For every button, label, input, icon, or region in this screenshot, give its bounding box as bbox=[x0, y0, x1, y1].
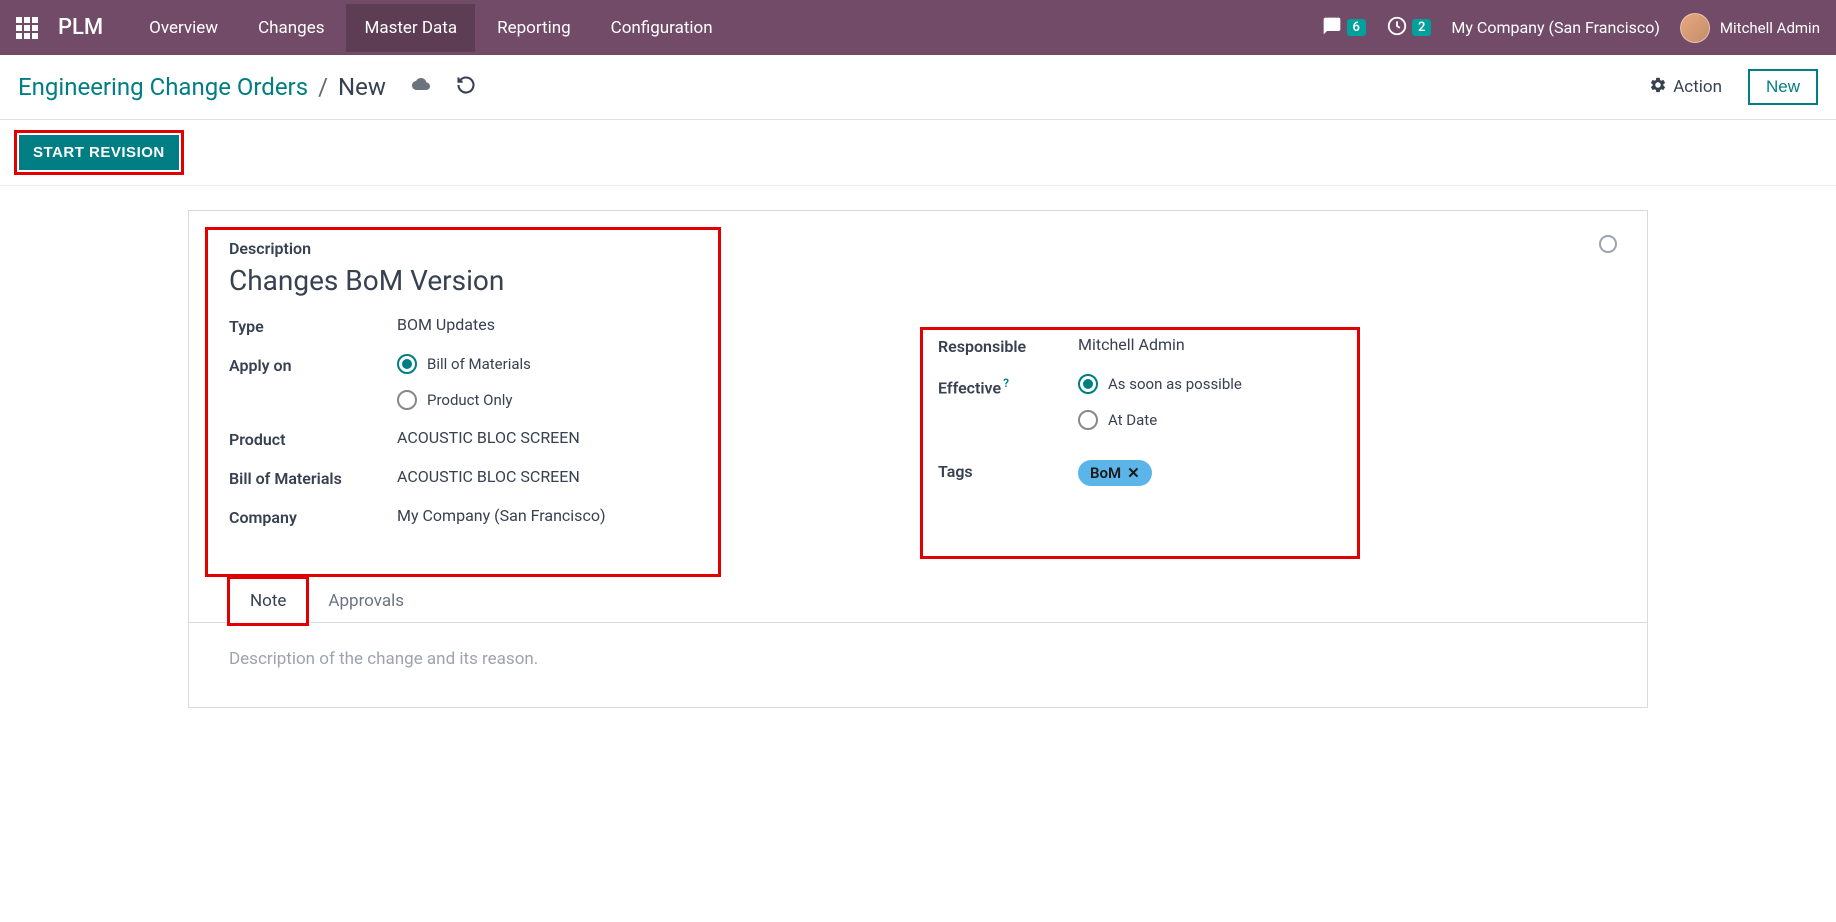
radio-circle-icon bbox=[397, 354, 417, 374]
action-menu[interactable]: Action bbox=[1649, 76, 1722, 99]
note-placeholder: Description of the change and its reason… bbox=[229, 649, 1607, 669]
action-label: Action bbox=[1673, 77, 1722, 97]
sheet-area: Description Changes BoM Version Type BOM… bbox=[0, 186, 1836, 708]
radio-label: Bill of Materials bbox=[427, 355, 531, 373]
label-company: Company bbox=[229, 506, 397, 527]
radio-effective-atdate[interactable]: At Date bbox=[1078, 410, 1242, 430]
user-name: Mitchell Admin bbox=[1720, 19, 1820, 37]
tag-remove-icon[interactable]: ✕ bbox=[1127, 464, 1140, 482]
tag-text: BoM bbox=[1090, 464, 1121, 482]
field-apply-on: Bill of Materials Product Only bbox=[397, 354, 531, 410]
label-description: Description bbox=[229, 239, 898, 258]
control-bar: Engineering Change Orders / New Action N… bbox=[0, 55, 1836, 120]
chat-icon bbox=[1321, 16, 1343, 40]
nav-item-overview[interactable]: Overview bbox=[131, 4, 236, 52]
brand-title[interactable]: PLM bbox=[58, 15, 103, 40]
nav-item-changes[interactable]: Changes bbox=[240, 4, 342, 52]
field-tags[interactable]: BoM ✕ bbox=[1078, 460, 1152, 486]
field-company[interactable]: My Company (San Francisco) bbox=[397, 506, 606, 525]
cloud-unsaved-icon[interactable] bbox=[410, 75, 432, 99]
start-revision-button[interactable]: START REVISION bbox=[19, 135, 179, 170]
tab-note[interactable]: Note bbox=[229, 578, 307, 623]
nav-menu: Overview Changes Master Data Reporting C… bbox=[131, 4, 730, 52]
radio-apply-on-bom[interactable]: Bill of Materials bbox=[397, 354, 531, 374]
label-bom: Bill of Materials bbox=[229, 467, 397, 488]
breadcrumb-current: New bbox=[338, 73, 386, 101]
apps-icon[interactable] bbox=[16, 17, 38, 39]
company-selector[interactable]: My Company (San Francisco) bbox=[1451, 18, 1660, 37]
nav-right: 6 2 My Company (San Francisco) Mitchell … bbox=[1321, 13, 1820, 43]
radio-label: As soon as possible bbox=[1108, 375, 1242, 393]
breadcrumb-separator: / bbox=[318, 73, 328, 101]
field-type[interactable]: BOM Updates bbox=[397, 315, 495, 334]
clock-icon bbox=[1386, 15, 1408, 41]
nav-item-configuration[interactable]: Configuration bbox=[593, 4, 731, 52]
form-sheet: Description Changes BoM Version Type BOM… bbox=[188, 210, 1648, 708]
new-button[interactable]: New bbox=[1748, 69, 1818, 105]
nav-item-master-data[interactable]: Master Data bbox=[346, 4, 475, 52]
discard-icon[interactable] bbox=[456, 75, 476, 99]
breadcrumb: Engineering Change Orders / New bbox=[18, 73, 386, 101]
label-product: Product bbox=[229, 428, 397, 449]
highlight-box-right bbox=[920, 327, 1360, 559]
radio-effective-asap[interactable]: As soon as possible bbox=[1078, 374, 1242, 394]
start-revision-highlight: START REVISION bbox=[14, 130, 184, 175]
help-icon[interactable]: ? bbox=[1003, 376, 1009, 390]
tab-approvals[interactable]: Approvals bbox=[307, 578, 425, 623]
label-apply-on: Apply on bbox=[229, 354, 397, 375]
form-right-column: Responsible Mitchell Admin Effective? As… bbox=[938, 239, 1607, 545]
user-menu[interactable]: Mitchell Admin bbox=[1680, 13, 1820, 43]
label-type: Type bbox=[229, 315, 397, 336]
form-left-column: Description Changes BoM Version Type BOM… bbox=[229, 239, 898, 545]
label-tags: Tags bbox=[938, 460, 1078, 481]
activities-button[interactable]: 2 bbox=[1386, 15, 1431, 41]
gear-icon bbox=[1649, 76, 1667, 99]
messaging-button[interactable]: 6 bbox=[1321, 16, 1366, 40]
field-responsible[interactable]: Mitchell Admin bbox=[1078, 335, 1185, 354]
chat-badge: 6 bbox=[1347, 19, 1366, 36]
radio-apply-on-product[interactable]: Product Only bbox=[397, 390, 531, 410]
tab-content-note[interactable]: Description of the change and its reason… bbox=[229, 623, 1607, 695]
status-bar: START REVISION bbox=[0, 120, 1836, 186]
radio-circle-icon bbox=[1078, 374, 1098, 394]
field-product[interactable]: ACOUSTIC BLOC SCREEN bbox=[397, 428, 580, 447]
notebook-tabs: Note Approvals bbox=[189, 577, 1647, 623]
top-nav: PLM Overview Changes Master Data Reporti… bbox=[0, 0, 1836, 55]
radio-circle-icon bbox=[397, 390, 417, 410]
clock-badge: 2 bbox=[1412, 19, 1431, 36]
nav-item-reporting[interactable]: Reporting bbox=[479, 4, 589, 52]
breadcrumb-root[interactable]: Engineering Change Orders bbox=[18, 73, 308, 101]
field-description[interactable]: Changes BoM Version bbox=[229, 264, 898, 297]
radio-label: Product Only bbox=[427, 391, 513, 409]
field-bom[interactable]: ACOUSTIC BLOC SCREEN bbox=[397, 467, 580, 486]
field-effective: As soon as possible At Date bbox=[1078, 374, 1242, 430]
radio-circle-icon bbox=[1078, 410, 1098, 430]
radio-label: At Date bbox=[1108, 411, 1157, 429]
label-effective: Effective? bbox=[938, 374, 1078, 397]
avatar bbox=[1680, 13, 1710, 43]
tag-pill: BoM ✕ bbox=[1078, 460, 1152, 486]
label-responsible: Responsible bbox=[938, 335, 1078, 356]
